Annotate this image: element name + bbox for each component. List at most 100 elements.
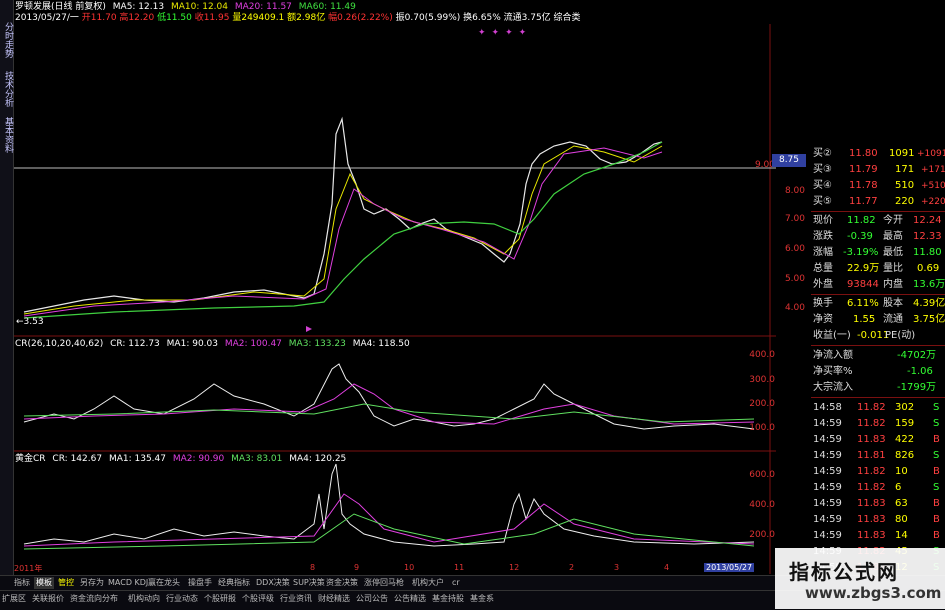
x-tick: 12 (509, 563, 520, 572)
toolbar-item[interactable]: 赢在龙头 (148, 577, 180, 589)
bottom-tab[interactable]: 资金流向分布 (70, 593, 118, 605)
low-marker-label: ←3.53 (16, 317, 44, 327)
bar-amplitude: 振0.70(5.99%) (395, 13, 461, 23)
bar-high: 高12.20 (119, 13, 155, 23)
bottom-tab[interactable]: 公告精选 (394, 593, 426, 605)
bottom-tab[interactable]: 财经精选 (318, 593, 350, 605)
divider (811, 345, 945, 346)
tick-row: 14:59 11.83 63 B (777, 496, 945, 512)
y-label-9: 9.00 (754, 160, 775, 170)
cr-ma4: MA4: 118.50 (352, 339, 410, 349)
tick-s: S (933, 450, 940, 461)
gold-ma2: MA2: 90.90 (172, 454, 225, 464)
toolbar-item[interactable]: 经典指标 (218, 577, 250, 589)
x-tick: 4 (664, 563, 670, 572)
tick-s: B (933, 498, 940, 509)
tick-row: 14:59 11.82 6 S (777, 480, 945, 496)
watermark-logo: 指标公式网 www.zbgs3.com (775, 548, 945, 609)
cr-title: CR(26,10,20,40,62) (15, 339, 104, 349)
tick-v: 80 (895, 514, 908, 525)
bar-date: 2013/05/27/一 (15, 13, 79, 23)
tick-p: 11.82 (857, 418, 886, 429)
toolbar-item[interactable]: 涨停回马枪 (364, 577, 404, 589)
tick-s: B (933, 530, 940, 541)
toolbar-item[interactable]: 资金决策 (326, 577, 358, 589)
tick-s: B (933, 514, 940, 525)
cr-y-200: 200.0 (749, 399, 775, 409)
tick-v: 826 (895, 450, 915, 461)
tick-v: 14 (895, 530, 908, 541)
toolbar-item[interactable]: 机构大户 (412, 577, 444, 589)
bar-turnover: 换6.65% (463, 13, 501, 23)
stat-row: 现价 11.82 今开 12.24 (813, 215, 942, 226)
tick-row: 14:58 11.82 302 S (777, 400, 945, 416)
stat-row: 收益(一) -0.011 PE(动) (813, 330, 916, 341)
cr-ma3: MA3: 133.23 (288, 339, 346, 349)
x-tick: 9 (354, 563, 360, 572)
bottom-tab[interactable]: 公司公告 (356, 593, 388, 605)
bottom-tab[interactable]: 扩展区 (2, 593, 26, 605)
stat-row: 涨幅 -3.19% 最低 11.80 (813, 247, 942, 258)
stock-title: 罗顿发展(日线 前复权) (15, 2, 106, 12)
bar-volume: 量249409.1 (232, 13, 285, 23)
flow-row: 净买率% -1.06 (813, 366, 933, 377)
toolbar-item[interactable]: DDX决策 (256, 577, 290, 589)
cr-line-white (23, 363, 755, 430)
price-trace (23, 116, 663, 313)
gold-line-green (23, 513, 755, 550)
ma-line-magenta (23, 147, 663, 317)
bottom-tab[interactable]: 个股研报 (204, 593, 236, 605)
marker-triangle-icon (306, 326, 312, 332)
toolbar-item[interactable]: 管控 (58, 577, 74, 589)
divider (811, 211, 945, 212)
ma-line-yellow (23, 145, 663, 315)
toolbar-item[interactable]: 操盘手 (188, 577, 212, 589)
bottom-tab[interactable]: 基金系 (470, 593, 494, 605)
toolbar-item[interactable]: 指标 (14, 577, 30, 589)
bottom-tab[interactable]: 机构动向 (128, 593, 160, 605)
tick-row: 14:59 11.83 14 B (777, 528, 945, 544)
watermark-url: www.zbgs3.com (805, 584, 942, 602)
bid-row: 买④ 11.78 510 +510 (813, 180, 945, 191)
left-tab-strip: 分时走势 技术分析 基本资料 (0, 0, 14, 575)
gold-ma3: MA3: 83.01 (231, 454, 283, 464)
stat-row: 涨跌 -0.39 最高 12.33 (813, 231, 942, 242)
tab-intraday[interactable]: 分时走势 (0, 20, 13, 60)
tick-row: 14:59 11.83 422 B (777, 432, 945, 448)
tick-p: 11.83 (857, 514, 886, 525)
cr-y-400: 400.0 (749, 350, 775, 360)
toolbar-item[interactable]: 另存为 (80, 577, 104, 589)
tick-t: 14:59 (813, 450, 842, 461)
tab-fundamental[interactable]: 基本资料 (0, 112, 13, 158)
tick-row: 14:59 11.81 826 S (777, 448, 945, 464)
cr-y-300: 300.0 (749, 375, 775, 385)
tick-row: 14:59 11.82 10 B (777, 464, 945, 480)
stat-row: 净资 1.55 流通 3.75亿 (813, 314, 945, 325)
toolbar-item[interactable]: MACD KDJ (108, 577, 148, 589)
tab-technical[interactable]: 技术分析 (0, 64, 13, 114)
bottom-tab[interactable]: 关联报价 (32, 593, 64, 605)
tick-row: 14:59 11.82 159 S (777, 416, 945, 432)
tick-p: 11.82 (857, 466, 886, 477)
bar-change: 幅0.26(2.22%) (328, 13, 393, 23)
x-tick: 10 (404, 563, 415, 572)
cr-ma2: MA2: 100.47 (224, 339, 282, 349)
bottom-tab[interactable]: 行业资讯 (280, 593, 312, 605)
toolbar-item[interactable]: 模板 (34, 577, 54, 589)
tick-s: B (933, 466, 940, 477)
tick-s: S (933, 418, 940, 429)
ma5-value: MA5: 12.13 (112, 2, 165, 12)
stat-row: 换手 6.11% 股本 4.39亿 (813, 298, 945, 309)
gold-cr: CR: 142.67 (52, 454, 103, 464)
bottom-tab[interactable]: 基金持股 (432, 593, 464, 605)
tick-v: 63 (895, 498, 908, 509)
toolbar-item[interactable]: cr (452, 577, 460, 589)
divider (811, 294, 945, 295)
x-tick: 3 (614, 563, 620, 572)
gold-y-400: 400.0 (749, 500, 775, 510)
bottom-tab[interactable]: 行业动态 (166, 593, 198, 605)
bottom-tab[interactable]: 个股评级 (242, 593, 274, 605)
tick-s: B (933, 434, 940, 445)
quote-panel: 买② 11.80 1091 +1091 买③ 11.79 171 +171 买④ 11.78 5… (777, 0, 945, 575)
toolbar-item[interactable]: SUP决策 (293, 577, 325, 589)
